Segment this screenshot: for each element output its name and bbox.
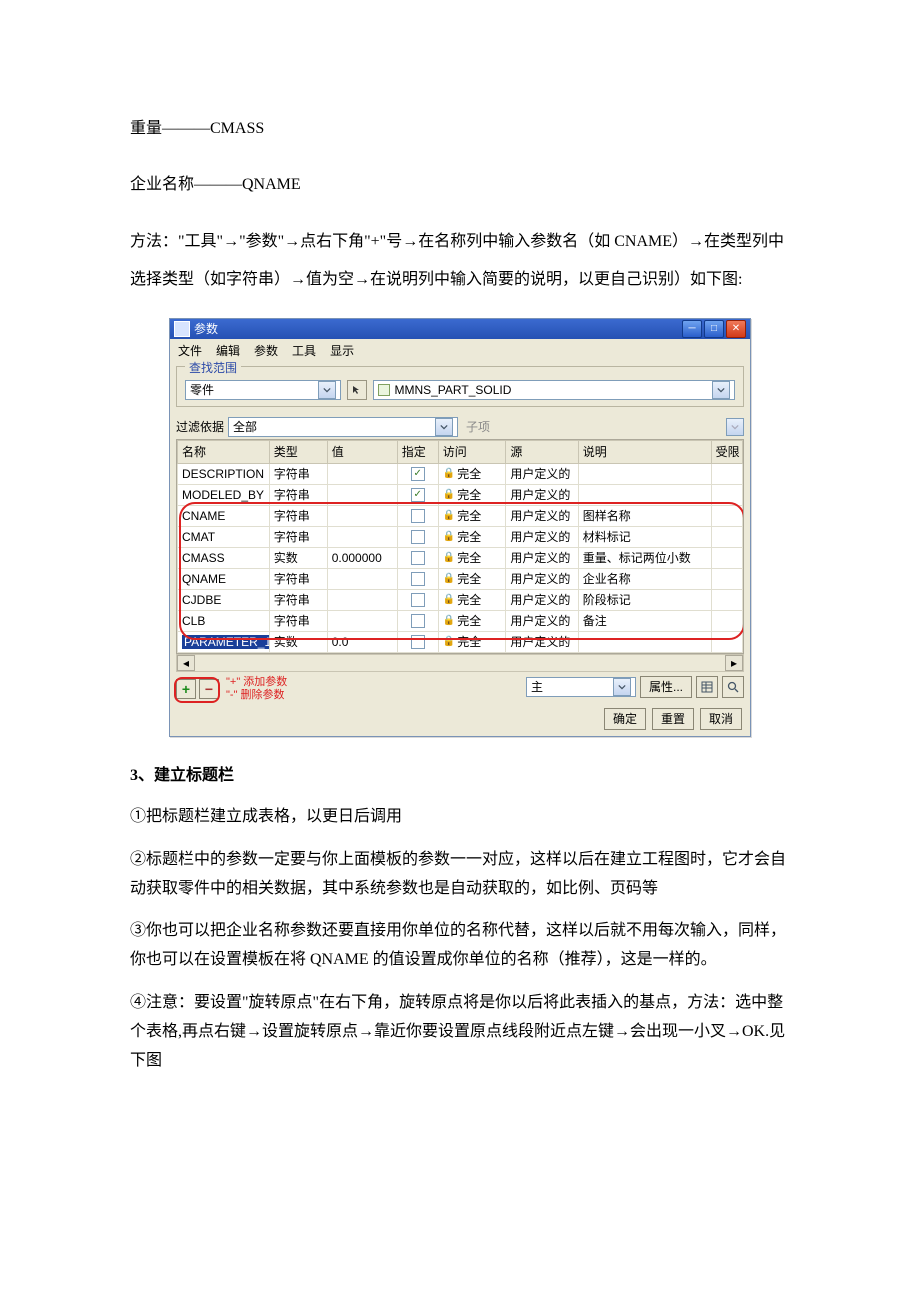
- minimize-button[interactable]: ─: [682, 320, 702, 338]
- paragraph: 重量———CMASS: [130, 110, 790, 148]
- dialog-footer: + − "+" 添加参数 "-" 删除参数 主 属性...: [176, 676, 744, 730]
- lock-icon: 🔒: [443, 615, 455, 626]
- filter-dropdown[interactable]: 全部: [228, 417, 458, 437]
- annotation-text: "+" 添加参数 "-" 删除参数: [226, 676, 287, 702]
- table-icon-button[interactable]: [696, 676, 718, 698]
- delete-parameter-button[interactable]: −: [199, 679, 219, 699]
- table-row[interactable]: MODELED_BY字符串✓🔒完全用户定义的: [178, 484, 743, 505]
- paragraph: 方法："工具"→"参数"→点右下角"+"号→在名称列中输入参数名（如 CNAME…: [130, 223, 790, 300]
- lock-icon: 🔒: [443, 510, 455, 521]
- paragraph: ②标题栏中的参数一定要与你上面模板的参数一一对应，这样以后在建立工程图时，它才会…: [130, 846, 790, 904]
- paragraph: 企业名称———QNAME: [130, 166, 790, 204]
- menubar: 文件 编辑 参数 工具 显示: [170, 339, 750, 362]
- window-title: 参数: [194, 320, 682, 337]
- table-row[interactable]: DESCRIPTION字符串✓🔒完全用户定义的: [178, 463, 743, 484]
- titlebar[interactable]: 参数 ─ □ ✕: [170, 319, 750, 339]
- search-icon-button[interactable]: [722, 676, 744, 698]
- chevron-down-icon[interactable]: [318, 381, 336, 399]
- scroll-left-icon[interactable]: ◂: [177, 655, 195, 671]
- cancel-button[interactable]: 取消: [700, 708, 742, 730]
- properties-button[interactable]: 属性...: [640, 676, 692, 698]
- chevron-down-icon[interactable]: [726, 418, 744, 436]
- pick-arrow-button[interactable]: [347, 380, 367, 400]
- reset-button[interactable]: 重置: [652, 708, 694, 730]
- table-row[interactable]: CNAME字符串🔒完全用户定义的图样名称: [178, 505, 743, 526]
- model-dropdown[interactable]: MMNS_PART_SOLID: [373, 380, 735, 400]
- checkbox[interactable]: [411, 551, 425, 565]
- col-value-header[interactable]: 值: [327, 440, 397, 463]
- col-source-header[interactable]: 源: [506, 440, 578, 463]
- model-icon: [378, 384, 390, 396]
- col-type-header[interactable]: 类型: [269, 440, 327, 463]
- checkbox[interactable]: [411, 572, 425, 586]
- scope-label: 查找范围: [185, 359, 241, 376]
- col-access-header[interactable]: 访问: [438, 440, 506, 463]
- checkbox[interactable]: [411, 530, 425, 544]
- lock-icon: 🔒: [443, 531, 455, 542]
- filter-value: 全部: [233, 418, 257, 435]
- menu-params[interactable]: 参数: [254, 342, 278, 359]
- app-icon: [174, 321, 190, 337]
- menu-file[interactable]: 文件: [178, 342, 202, 359]
- scope-dropdown[interactable]: 零件: [185, 380, 341, 400]
- chevron-down-icon[interactable]: [435, 418, 453, 436]
- ok-button[interactable]: 确定: [604, 708, 646, 730]
- col-assign-header[interactable]: 指定: [397, 440, 438, 463]
- checkbox[interactable]: [411, 635, 425, 649]
- model-value: MMNS_PART_SOLID: [394, 383, 511, 397]
- lock-icon: 🔒: [443, 552, 455, 563]
- close-button[interactable]: ✕: [726, 320, 746, 338]
- checkbox[interactable]: [411, 614, 425, 628]
- table-row[interactable]: QNAME字符串🔒完全用户定义的企业名称: [178, 568, 743, 589]
- table-row[interactable]: CMAT字符串🔒完全用户定义的材料标记: [178, 526, 743, 547]
- lock-icon: 🔒: [443, 468, 455, 479]
- chevron-down-icon[interactable]: [712, 381, 730, 399]
- checkbox[interactable]: ✓: [411, 488, 425, 502]
- checkbox[interactable]: ✓: [411, 467, 425, 481]
- main-value: 主: [531, 678, 543, 695]
- subitems-label: 子项: [466, 418, 490, 435]
- maximize-button[interactable]: □: [704, 320, 724, 338]
- section-heading: 3、建立标题栏: [130, 761, 790, 785]
- lock-icon: 🔒: [443, 489, 455, 500]
- lock-icon: 🔒: [443, 573, 455, 584]
- paragraph: ④注意：要设置"旋转原点"在右下角，旋转原点将是你以后将此表插入的基点，方法：选…: [130, 989, 790, 1075]
- scroll-right-icon[interactable]: ▸: [725, 655, 743, 671]
- menu-display[interactable]: 显示: [330, 342, 354, 359]
- col-desc-header[interactable]: 说明: [578, 440, 711, 463]
- checkbox[interactable]: [411, 509, 425, 523]
- menu-edit[interactable]: 编辑: [216, 342, 240, 359]
- filter-row: 过滤依据 全部 子项: [170, 413, 750, 439]
- menu-tools[interactable]: 工具: [292, 342, 316, 359]
- checkbox[interactable]: [411, 593, 425, 607]
- scope-panel: 查找范围 零件 MMNS_PART_SOLID: [176, 366, 744, 407]
- chevron-down-icon[interactable]: [613, 678, 631, 696]
- filter-label: 过滤依据: [176, 418, 224, 435]
- table-row[interactable]: CLB字符串🔒完全用户定义的备注: [178, 610, 743, 631]
- grid-header-row: 名称 类型 值 指定 访问 源 说明 受限: [178, 440, 743, 463]
- paragraph: ①把标题栏建立成表格，以更日后调用: [130, 803, 790, 832]
- main-dropdown[interactable]: 主: [526, 677, 636, 697]
- table-row[interactable]: CMASS实数0.000000🔒完全用户定义的重量、标记两位小数: [178, 547, 743, 568]
- paragraph: ③你也可以把企业名称参数还要直接用你单位的名称代替，这样以后就不用每次输入，同样…: [130, 917, 790, 975]
- table-row[interactable]: CJDBE字符串🔒完全用户定义的阶段标记: [178, 589, 743, 610]
- table-row[interactable]: PARAMETER_1实数0.0🔒完全用户定义的: [178, 631, 743, 652]
- lock-icon: 🔒: [443, 594, 455, 605]
- parameters-grid[interactable]: 名称 类型 值 指定 访问 源 说明 受限 DESCRIPTION字符串✓🔒完全…: [176, 439, 744, 654]
- parameters-dialog: 参数 ─ □ ✕ 文件 编辑 参数 工具 显示 查找范围 零件: [169, 318, 751, 737]
- col-name-header[interactable]: 名称: [178, 440, 270, 463]
- col-limit-header[interactable]: 受限: [711, 440, 742, 463]
- document-page: 重量———CMASS 企业名称———QNAME 方法："工具"→"参数"→点右下…: [0, 0, 920, 1149]
- add-parameter-button[interactable]: +: [176, 679, 196, 699]
- horizontal-scrollbar[interactable]: ◂ ▸: [176, 654, 744, 672]
- lock-icon: 🔒: [443, 636, 455, 647]
- scope-value: 零件: [190, 381, 214, 398]
